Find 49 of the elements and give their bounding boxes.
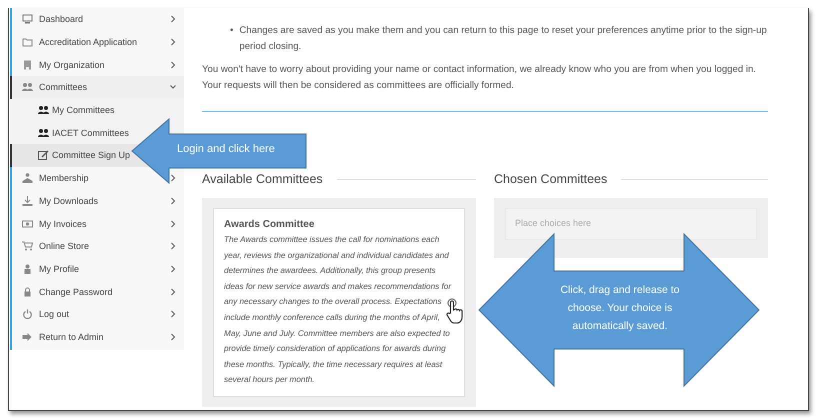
people-icon [22, 82, 33, 92]
chevron-right-icon [170, 288, 176, 296]
chevron-right-icon [170, 310, 176, 318]
chevron-right-icon [170, 220, 176, 228]
lock-icon [22, 286, 33, 297]
committee-card[interactable] [213, 208, 465, 397]
card-description: The Awards committee issues the call for nominations each year, reviews the organizational and individual candidates and determines the awardees. Additionally, this group presents ideas for new service awards and makes recommendations for any necessary changes to the overall process. Expectations include monthly conference calls during the months of April, May, June and July. Committee members are also expected to provide timely consideration of applications for awards during these months. Typically, the time necessary requires at least several hours per month. [224, 234, 452, 386]
chevron-right-icon [170, 60, 176, 69]
chevron-right-icon [170, 332, 176, 341]
sidebar-item[interactable]: My Invoices [10, 212, 184, 235]
sidebar-item[interactable]: Return to Admin [10, 326, 184, 348]
chevron-right-icon [170, 196, 176, 205]
people-icon [38, 105, 49, 116]
edit-icon [38, 150, 49, 160]
sidebar-item[interactable]: My Profile [10, 258, 184, 280]
monitor-icon [22, 14, 33, 24]
chevron-down-icon [170, 83, 176, 92]
sidebar-item[interactable]: Online Store [10, 234, 184, 258]
chevron-right-icon [170, 15, 176, 24]
banknote-icon [22, 218, 33, 229]
person-icon [22, 264, 33, 274]
callout-text: Click, drag and release to choose. Your choice is automatically saved. [559, 283, 681, 334]
sidebar-item[interactable]: Change Password [10, 280, 184, 303]
bullet-marker: • [230, 24, 234, 38]
section-heading: Chosen Committees [494, 172, 608, 188]
section-heading: Available Committees [202, 172, 323, 188]
chevron-right-icon [170, 38, 176, 46]
sidebar-item[interactable]: My Downloads [10, 190, 184, 212]
people-icon [38, 128, 49, 138]
folder-icon [22, 37, 33, 48]
sidebar-item[interactable]: Membership [10, 166, 184, 190]
power-icon [22, 309, 33, 320]
chevron-right-icon [170, 264, 176, 273]
sidebar-item[interactable]: Dashboard [10, 8, 184, 31]
card-title: Awards Committee [224, 218, 316, 232]
exit-icon [22, 332, 33, 342]
chevron-right-icon [170, 174, 176, 182]
sidebar-item[interactable]: My Organization [10, 53, 184, 76]
body-text: You won't have to worry about providing your name or contact information, we already know who you are from when you logged in. Your requests will then be considered as committees are officially formed. [202, 63, 757, 92]
sidebar-item[interactable]: Log out [10, 302, 184, 326]
placeholder-text: Place choices here [515, 216, 592, 230]
bullet-text: Changes are saved as you make them and you can return to this page to reset your preferences anytime prior to the sign-up period closing. [239, 24, 768, 54]
sidebar-item[interactable]: Accreditation Application [10, 30, 184, 54]
download-icon [22, 196, 33, 206]
document-icon [22, 60, 33, 70]
sidebar-subitem[interactable]: My Committees [10, 98, 184, 122]
chevron-right-icon [170, 242, 176, 250]
cart-icon [22, 241, 33, 252]
sidebar-item[interactable]: Committees [10, 76, 184, 99]
